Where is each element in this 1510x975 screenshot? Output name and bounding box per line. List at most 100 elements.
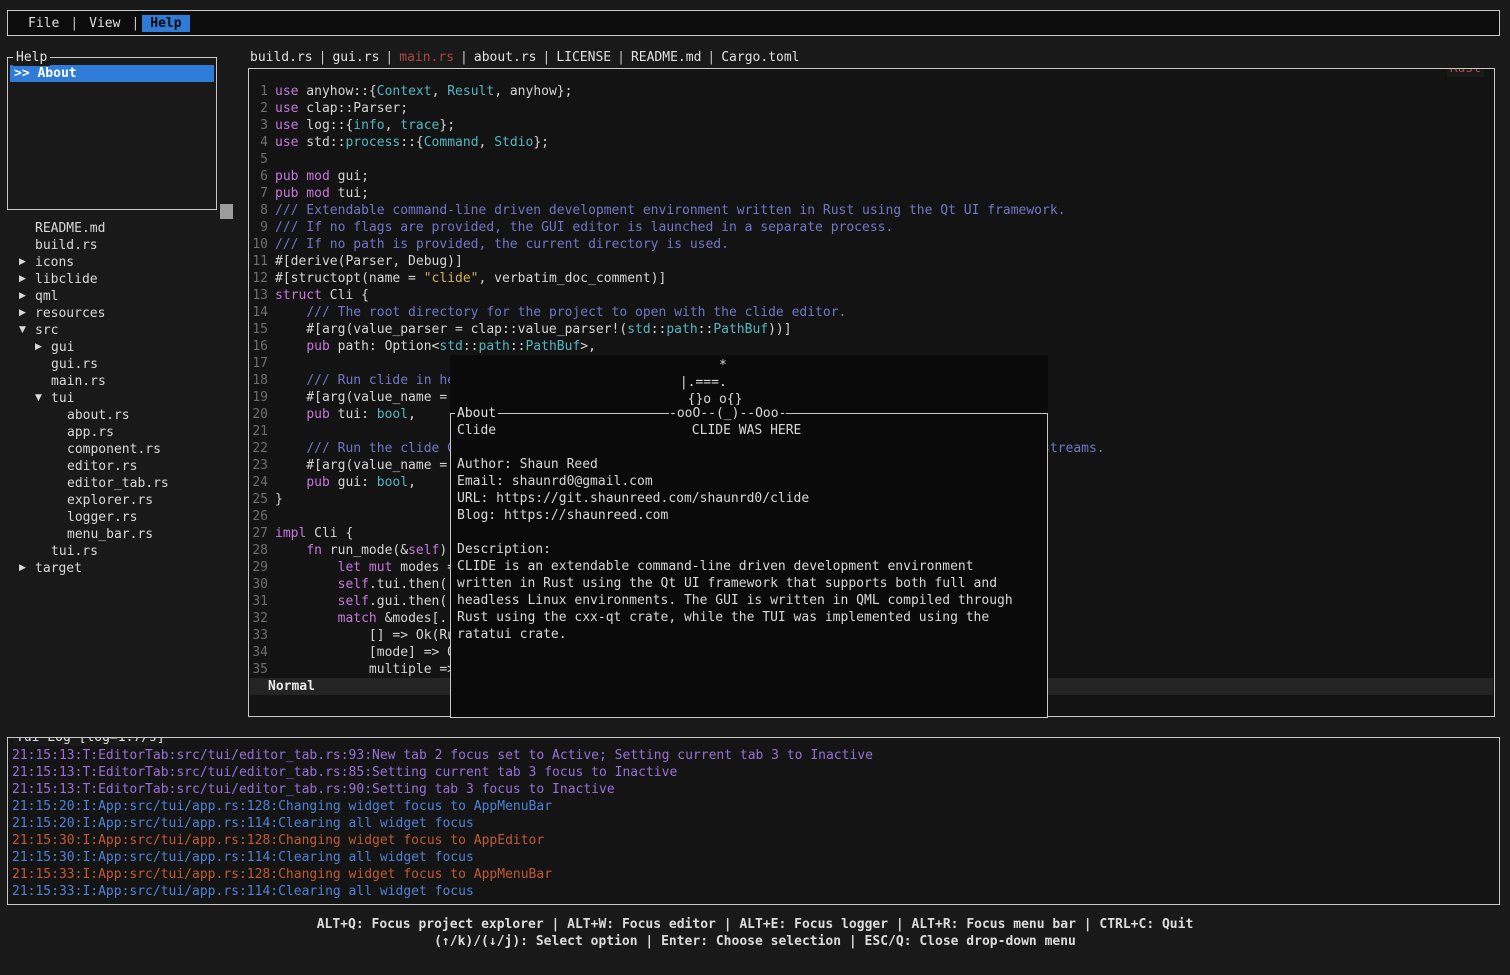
- explorer-item-menu-bar-rs[interactable]: menu_bar.rs: [7, 526, 243, 543]
- code-text: impl Cli {: [275, 525, 353, 542]
- explorer-item-main-rs[interactable]: main.rs: [7, 373, 243, 390]
- line-number: 15: [249, 321, 268, 338]
- about-popup-box: About -ooO--(_)--Ooo- Clide CLIDE WAS HE…: [450, 413, 1048, 718]
- popup-text-line: Author: Shaun Reed: [457, 456, 1047, 473]
- code-token: Result: [447, 84, 494, 99]
- menu-item-view[interactable]: View: [81, 15, 128, 32]
- code-token: #[arg(value_name =: [275, 390, 455, 405]
- log-entry: 21:15:20:I:App:src/tui/app.rs:128:Changi…: [12, 798, 1499, 815]
- code-token: ::{: [400, 135, 423, 150]
- line-number: 27: [249, 525, 268, 542]
- explorer-item-src[interactable]: ▼src: [7, 322, 243, 339]
- popup-text-line: CLIDE is an extendable command-line driv…: [457, 558, 1047, 575]
- explorer-item-about-rs[interactable]: about.rs: [7, 407, 243, 424]
- explorer-item-readme-md[interactable]: README.md: [7, 220, 243, 237]
- explorer-item-tui[interactable]: ▼tui: [7, 390, 243, 407]
- chevron-right-icon: ▶: [19, 560, 35, 577]
- code-line: 6pub mod gui;: [249, 168, 1494, 185]
- code-token: #[arg(value_name =: [275, 458, 455, 473]
- menu-item-file[interactable]: File: [20, 15, 67, 32]
- line-number: 29: [249, 559, 268, 576]
- code-token: [275, 441, 306, 456]
- code-token: pub: [306, 475, 329, 490]
- tab-main-rs[interactable]: main.rs: [399, 50, 454, 65]
- code-text: pub mod tui;: [275, 185, 369, 202]
- line-number: 25: [249, 491, 268, 508]
- line-number: 13: [249, 287, 268, 304]
- log-entry: 21:15:13:T:EditorTab:src/tui/editor_tab.…: [12, 781, 1499, 798]
- popup-text-line: Blog: https://shaunreed.com: [457, 507, 1047, 524]
- code-token: pub mod: [275, 186, 330, 201]
- explorer-item-gui[interactable]: ▶gui: [7, 339, 243, 356]
- tab-separator: |: [319, 50, 327, 65]
- explorer-item-target[interactable]: ▶target: [7, 560, 243, 577]
- explorer-item-tui-rs[interactable]: tui.rs: [7, 543, 243, 560]
- code-token: pub: [306, 407, 329, 422]
- code-token: anyhow::{: [298, 84, 376, 99]
- code-token: [275, 543, 306, 558]
- log-entry: 21:15:30:I:App:src/tui/app.rs:114:Cleari…: [12, 849, 1499, 866]
- explorer-item-app-rs[interactable]: app.rs: [7, 424, 243, 441]
- code-token: , anyhow};: [494, 84, 572, 99]
- tab-about-rs[interactable]: about.rs: [474, 50, 537, 65]
- language-badge: Rust: [1447, 68, 1484, 77]
- editor-tab-bar: build.rs|gui.rs|main.rs|about.rs|LICENSE…: [250, 49, 800, 66]
- code-token: Context: [377, 84, 432, 99]
- code-token: ,: [408, 407, 416, 422]
- log-entry: 21:15:20:I:App:src/tui/app.rs:114:Cleari…: [12, 815, 1499, 832]
- tab-build-rs[interactable]: build.rs: [250, 50, 313, 65]
- chevron-down-icon: ▼: [35, 390, 51, 407]
- code-token: /// If no path is provided, the current …: [275, 237, 729, 252]
- tab-license[interactable]: LICENSE: [556, 50, 611, 65]
- code-line: 14 /// The root directory for the projec…: [249, 304, 1494, 321]
- explorer-item-explorer-rs[interactable]: explorer.rs: [7, 492, 243, 509]
- tab-gui-rs[interactable]: gui.rs: [332, 50, 379, 65]
- code-text: pub tui: bool,: [275, 406, 416, 423]
- explorer-item-label: tui.rs: [51, 543, 98, 560]
- scrollbar-thumb[interactable]: [220, 204, 233, 219]
- chevron-right-icon: ▶: [19, 271, 35, 288]
- line-number: 7: [249, 185, 268, 202]
- tab-separator: |: [460, 50, 468, 65]
- menu-item-help[interactable]: Help: [142, 15, 189, 32]
- code-text: /// The root directory for the project t…: [275, 304, 846, 321]
- explorer-item-libclide[interactable]: ▶libclide: [7, 271, 243, 288]
- code-token: ::: [463, 339, 479, 354]
- line-number: 4: [249, 134, 268, 151]
- code-token: gui;: [330, 169, 369, 184]
- chevron-right-icon: ▶: [19, 254, 35, 271]
- tab-readme-md[interactable]: README.md: [631, 50, 701, 65]
- code-token: ,: [479, 135, 495, 150]
- explorer-item-build-rs[interactable]: build.rs: [7, 237, 243, 254]
- help-dropdown-panel: Help >> About: [7, 57, 217, 210]
- explorer-item-editor-tab-rs[interactable]: editor_tab.rs: [7, 475, 243, 492]
- code-token: ,: [432, 84, 448, 99]
- explorer-item-icons[interactable]: ▶icons: [7, 254, 243, 271]
- explorer-item-resources[interactable]: ▶resources: [7, 305, 243, 322]
- explorer-item-logger-rs[interactable]: logger.rs: [7, 509, 243, 526]
- code-token: fn: [306, 543, 322, 558]
- line-number: 20: [249, 406, 268, 423]
- explorer-item-gui-rs[interactable]: gui.rs: [7, 356, 243, 373]
- code-token: [275, 407, 306, 422]
- chevron-right-icon: ▶: [19, 288, 35, 305]
- chevron-right-icon: ▶: [19, 305, 35, 322]
- code-token: "clide": [424, 271, 479, 286]
- explorer-item-component-rs[interactable]: component.rs: [7, 441, 243, 458]
- code-token: ,: [385, 118, 401, 133]
- code-line: 7 pub mod tui;: [249, 185, 1494, 202]
- explorer-item-label: editor.rs: [67, 458, 137, 475]
- line-number: 11: [249, 253, 268, 270]
- chevron-down-icon: ▼: [19, 322, 35, 339]
- explorer-item-label: component.rs: [67, 441, 161, 458]
- code-line: 12#[structopt(name = "clide", verbatim_d…: [249, 270, 1494, 287]
- code-line: 5: [249, 151, 1494, 168]
- explorer-item-editor-rs[interactable]: editor.rs: [7, 458, 243, 475]
- popup-text-line: URL: https://git.shaunreed.com/shaunrd0/…: [457, 490, 1047, 507]
- popup-text-line: Email: shaunrd0@gmail.com: [457, 473, 1047, 490]
- tab-cargo-toml[interactable]: Cargo.toml: [721, 50, 799, 65]
- code-token: self: [338, 594, 369, 609]
- menu-option-about[interactable]: >> About: [10, 65, 214, 82]
- line-number: 24: [249, 474, 268, 491]
- explorer-item-qml[interactable]: ▶qml: [7, 288, 243, 305]
